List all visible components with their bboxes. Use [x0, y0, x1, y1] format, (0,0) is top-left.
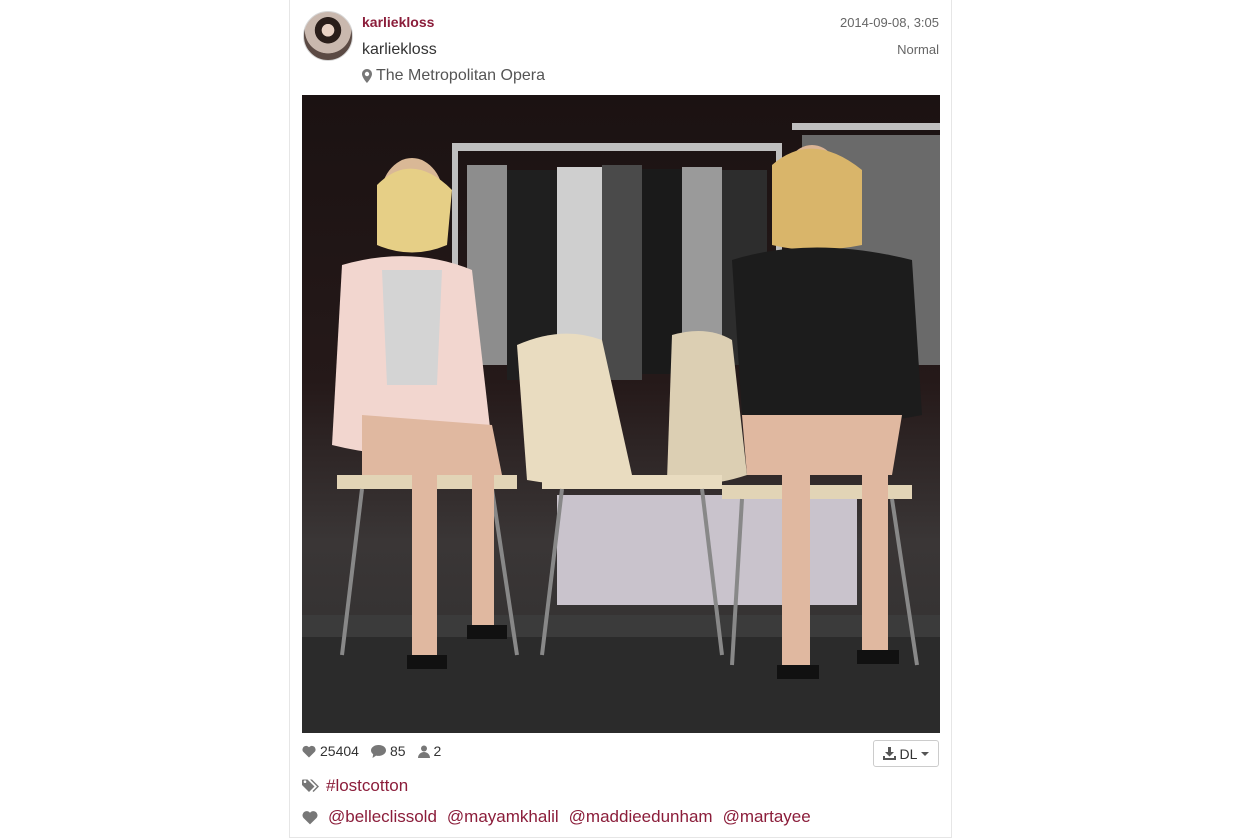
mention-link[interactable]: @belleclissold	[328, 807, 437, 827]
location-link[interactable]: The Metropolitan Opera	[362, 67, 545, 85]
tags-icon	[302, 779, 319, 792]
hashtags-row: #lostcotton	[302, 776, 408, 796]
download-button[interactable]: DL	[873, 740, 939, 767]
avatar[interactable]	[303, 11, 353, 61]
mentions-row: @belleclissold @mayamkhalil @maddieedunh…	[302, 807, 811, 827]
map-pin-icon	[362, 69, 372, 83]
comments-count: 85	[389, 743, 406, 759]
tagged-users-count: 2	[433, 743, 442, 759]
download-label: DL	[899, 745, 918, 762]
full-name: karliekloss	[362, 41, 437, 58]
post-card: karliekloss karliekloss The Metropolitan…	[289, 0, 952, 838]
comments-stat: 85	[370, 743, 406, 759]
post-photo[interactable]	[302, 95, 940, 733]
filter-label: Normal	[897, 42, 939, 57]
chevron-down-icon	[921, 751, 930, 756]
mention-link[interactable]: @maddieedunham	[569, 807, 713, 827]
likes-stat: 25404	[302, 743, 359, 759]
mention-link[interactable]: @martayee	[723, 807, 811, 827]
users-icon	[417, 745, 430, 758]
location-label: The Metropolitan Opera	[376, 67, 545, 84]
hashtag-link[interactable]: #lostcotton	[326, 776, 408, 796]
username-link[interactable]: karliekloss	[362, 14, 434, 30]
mention-link[interactable]: @mayamkhalil	[447, 807, 559, 827]
heart-icon	[302, 810, 318, 824]
heart-icon	[302, 745, 316, 757]
post-stats: 25404 85 2	[302, 743, 441, 759]
post-timestamp: 2014-09-08, 3:05	[839, 15, 939, 30]
users-stat: 2	[417, 743, 442, 759]
comment-icon	[370, 744, 386, 758]
likes-count: 25404	[320, 743, 359, 759]
download-icon	[882, 747, 896, 760]
